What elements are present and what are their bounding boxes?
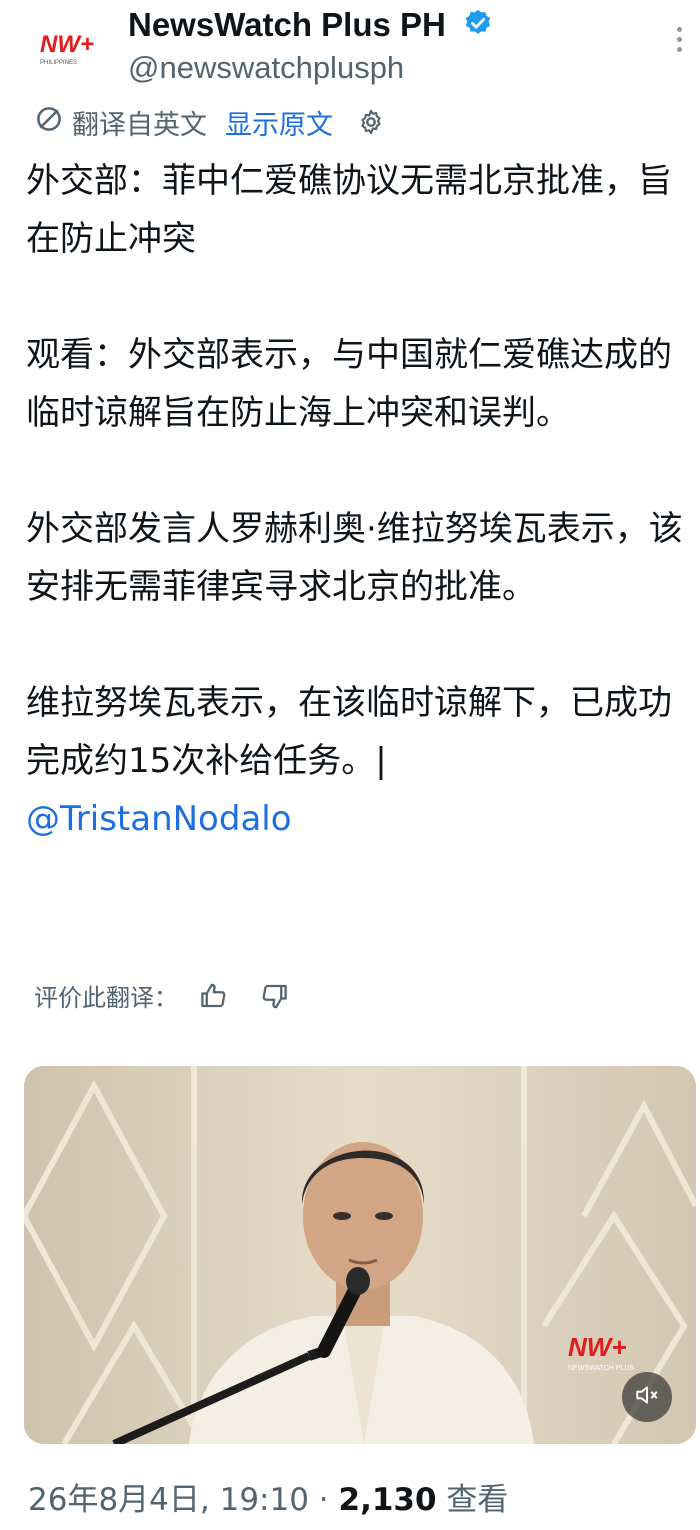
video-frame	[24, 1066, 696, 1444]
account-handle[interactable]: @newswatchplusph	[128, 50, 404, 86]
meta-separator: ·	[308, 1482, 339, 1518]
watermark-logo-text: NW+	[568, 1332, 627, 1362]
views-label: 查看	[436, 1482, 509, 1518]
gear-icon[interactable]	[357, 108, 385, 136]
avatar[interactable]: NW+ PHILIPPINES	[26, 18, 102, 78]
post-meta: 26年8月4日, 19:10 · 2,130 查看	[28, 1474, 508, 1519]
account-name[interactable]: NewsWatch Plus PH	[128, 6, 493, 46]
rate-translation: 评价此翻译：	[34, 978, 290, 1013]
thumbs-up-icon[interactable]	[198, 981, 228, 1011]
translation-bar: 翻译自英文 显示原文	[34, 102, 385, 142]
newswatch-logo: NW+ PHILIPPINES	[40, 31, 94, 66]
watermark-logo-subtext: NEWSWATCH PLUS	[568, 1365, 634, 1372]
logo-subtext: PHILIPPINES	[40, 60, 77, 66]
verified-badge-icon	[463, 8, 493, 46]
post-timestamp[interactable]: 26年8月4日, 19:10	[28, 1482, 309, 1518]
video-player[interactable]: NW+ NEWSWATCH PLUS	[24, 1066, 696, 1444]
mention-link[interactable]: @TristanNodalo	[26, 799, 292, 839]
more-vertical-icon[interactable]	[664, 22, 694, 62]
rate-translation-label: 评价此翻译：	[34, 984, 178, 1012]
mute-toggle-button[interactable]	[622, 1372, 672, 1422]
account-name-text[interactable]: NewsWatch Plus PH	[128, 6, 446, 43]
post-paragraph-missions: 维拉努埃瓦表示，在该临时谅解下，已成功完成约15次补给任务。| @TristanN…	[26, 674, 696, 848]
post-body: 外交部：菲中仁爱礁协议无需北京批准，旨在防止冲突 观看：外交部表示，与中国就仁爱…	[26, 152, 696, 848]
translate-icon	[34, 104, 64, 141]
post-paragraph-headline: 外交部：菲中仁爱礁协议无需北京批准，旨在防止冲突	[26, 161, 672, 259]
views-count: 2,130	[338, 1482, 437, 1518]
thumbs-down-icon[interactable]	[260, 981, 290, 1011]
post-paragraph-spokesperson: 外交部发言人罗赫利奥·维拉努埃瓦表示，该安排无需菲律宾寻求北京的批准。	[26, 509, 683, 607]
speaker-muted-icon	[634, 1382, 660, 1412]
post-paragraph-missions-text: 维拉努埃瓦表示，在该临时谅解下，已成功完成约15次补给任务。|	[26, 683, 672, 781]
post-paragraph-watch: 观看：外交部表示，与中国就仁爱礁达成的临时谅解旨在防止海上冲突和误判。	[26, 335, 672, 433]
newswatch-watermark: NW+ NEWSWATCH PLUS	[564, 1328, 644, 1380]
translated-from-label: 翻译自英文	[72, 109, 207, 141]
show-original-link[interactable]: 显示原文	[225, 103, 333, 142]
logo-text: NW+	[40, 31, 94, 58]
